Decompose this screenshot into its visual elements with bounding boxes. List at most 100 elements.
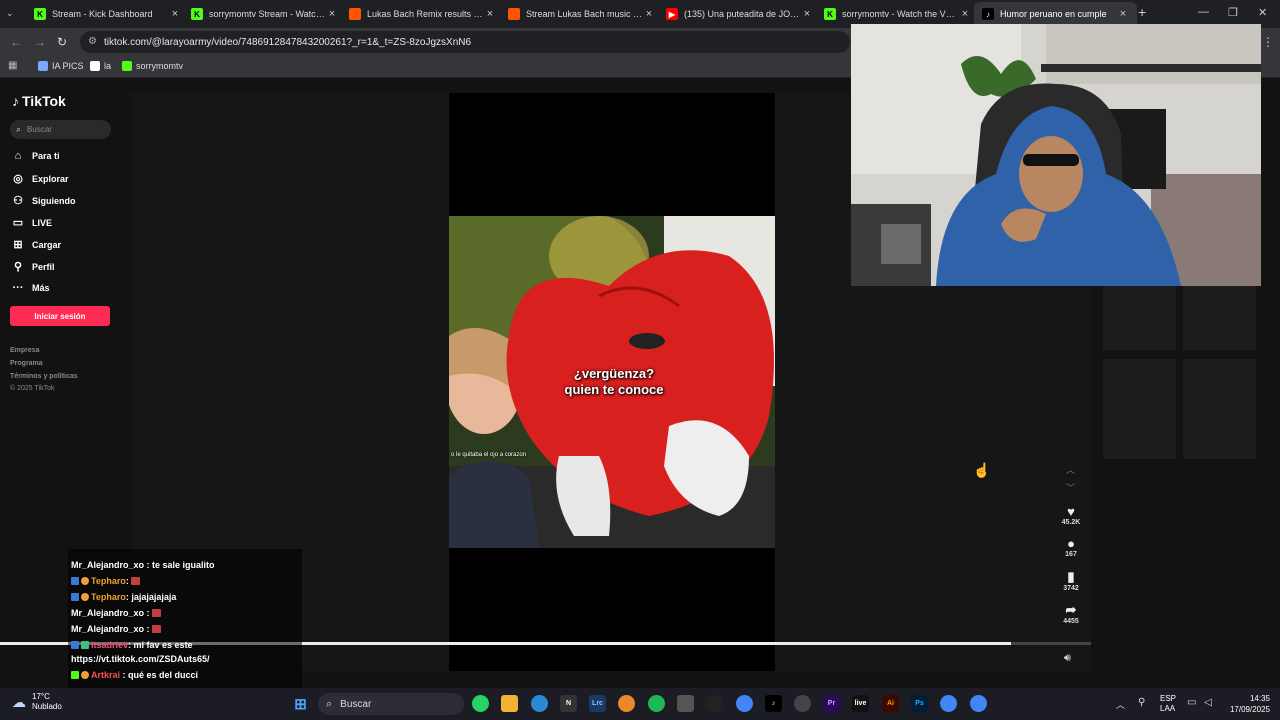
share-button[interactable]: ➦ 4455 bbox=[1059, 602, 1083, 625]
badge-icon bbox=[81, 671, 89, 679]
tab-0[interactable]: K Stream - Kick Dashboard × bbox=[26, 2, 189, 26]
tray-chevron-icon[interactable]: ︿ bbox=[1116, 698, 1125, 711]
chat-user[interactable]: itsadriev bbox=[91, 640, 128, 650]
chat-user[interactable]: Artkrai bbox=[91, 670, 120, 680]
related-thumbnail[interactable] bbox=[1103, 359, 1176, 459]
nav-live[interactable]: ▭ LIVE bbox=[12, 216, 52, 229]
related-thumbnail[interactable] bbox=[1183, 359, 1256, 459]
volume-icon[interactable]: 🔊︎ bbox=[1064, 652, 1071, 665]
chrome-icon[interactable] bbox=[970, 695, 987, 712]
chat-user[interactable]: Tepharo bbox=[91, 576, 126, 586]
close-icon[interactable]: × bbox=[801, 8, 813, 20]
new-tab-icon[interactable]: + bbox=[1138, 4, 1146, 20]
nav-perfil[interactable]: ⚲ Perfil bbox=[12, 260, 55, 273]
badge-icon bbox=[81, 593, 89, 601]
chat-user[interactable]: Mr_Alejandro_xo bbox=[71, 608, 144, 618]
search-input[interactable]: ⌕ Buscar bbox=[10, 120, 111, 139]
nav-siguiendo[interactable]: ⚇ Siguiendo bbox=[12, 194, 76, 207]
obs-icon[interactable] bbox=[706, 695, 723, 712]
nav-explorar[interactable]: ◎ Explorar bbox=[12, 172, 68, 185]
next-video-icon[interactable]: ﹀ bbox=[1066, 481, 1075, 494]
nav-label: Siguiendo bbox=[32, 195, 76, 206]
maximize-icon[interactable]: ❐ bbox=[1228, 6, 1238, 19]
reload-icon[interactable]: ↻ bbox=[57, 35, 67, 49]
system-clock[interactable]: 14:35 17/09/2025 bbox=[1224, 693, 1270, 715]
video-frame[interactable]: ¿vergüenza? quien te conoce o le quitaba… bbox=[449, 216, 775, 548]
tiktok-icon: ♪ bbox=[982, 8, 994, 20]
app-icon[interactable] bbox=[531, 695, 548, 712]
close-icon[interactable]: × bbox=[959, 8, 971, 20]
apps-grid-icon[interactable]: ▦ bbox=[8, 60, 17, 71]
bookmark-ia-pics[interactable]: IA PICS bbox=[38, 61, 84, 71]
bookmark-sorrymomtv[interactable]: sorrymomtv bbox=[122, 61, 183, 71]
save-button[interactable]: ▮ 3742 bbox=[1059, 569, 1083, 592]
spotify-icon[interactable] bbox=[648, 695, 665, 712]
comment-button[interactable]: ● 167 bbox=[1059, 536, 1083, 558]
tiktok-logo[interactable]: ♪ TikTok bbox=[12, 93, 66, 109]
microphone-icon[interactable]: ⚲ bbox=[1138, 697, 1145, 708]
close-icon[interactable]: × bbox=[169, 8, 181, 20]
footer-link-programa[interactable]: Programa bbox=[10, 360, 43, 367]
related-thumbnail[interactable] bbox=[1103, 285, 1176, 350]
related-thumbnail[interactable] bbox=[1183, 285, 1256, 350]
bookmark-label: IA PICS bbox=[52, 61, 84, 71]
caption-line-2: quien te conoce bbox=[564, 382, 664, 397]
youtube-icon: ▶ bbox=[666, 8, 678, 20]
menu-icon[interactable]: ⋮ bbox=[1262, 35, 1274, 49]
illustrator-icon[interactable]: Ai bbox=[882, 695, 899, 712]
chrome-icon[interactable] bbox=[736, 695, 753, 712]
heart-icon: ♥ bbox=[1067, 504, 1075, 519]
lightroom-icon[interactable]: Lrc bbox=[589, 695, 606, 712]
chatgpt-icon[interactable] bbox=[794, 695, 811, 712]
previous-video-icon[interactable]: ︿ bbox=[1066, 463, 1075, 476]
language-indicator[interactable]: ESP LAA bbox=[1160, 694, 1176, 714]
chat-message-link[interactable]: https://vt.tiktok.com/ZSDAuts65/ bbox=[71, 654, 210, 664]
notion-icon[interactable]: N bbox=[560, 695, 577, 712]
url-field[interactable]: ⚙ tiktok.com/@larayoarmy/video/748691284… bbox=[80, 31, 850, 53]
tiktok-icon[interactable]: ♪ bbox=[765, 695, 782, 712]
chat-user[interactable]: Tepharo bbox=[91, 592, 126, 602]
minimize-icon[interactable]: — bbox=[1198, 6, 1209, 18]
live-app-icon[interactable]: live bbox=[852, 695, 869, 712]
close-window-icon[interactable]: ✕ bbox=[1258, 6, 1267, 19]
video-subtitle: o le quitaba el ojo a corazon bbox=[451, 452, 527, 458]
tab-search-icon[interactable]: ⌄ bbox=[6, 8, 14, 19]
footer-link-terminos[interactable]: Términos y políticas bbox=[10, 373, 78, 380]
close-icon[interactable]: × bbox=[326, 8, 338, 20]
premiere-icon[interactable]: Pr bbox=[823, 695, 840, 712]
nav-para-ti[interactable]: ⌂ Para ti bbox=[12, 150, 60, 162]
close-icon[interactable]: × bbox=[643, 8, 655, 20]
forward-icon[interactable]: → bbox=[34, 35, 46, 49]
back-icon[interactable]: ← bbox=[10, 35, 22, 49]
badge-icon bbox=[71, 641, 79, 649]
nav-cargar[interactable]: ⊞ Cargar bbox=[12, 238, 61, 251]
network-icon[interactable]: ▭ bbox=[1187, 697, 1196, 708]
footer-link-empresa[interactable]: Empresa bbox=[10, 347, 40, 354]
app-icon[interactable] bbox=[618, 695, 635, 712]
tab-2[interactable]: Lukas Bach Remix results on So × bbox=[341, 2, 504, 26]
chat-user[interactable]: Mr_Alejandro_xo bbox=[71, 624, 144, 634]
chrome-icon[interactable] bbox=[940, 695, 957, 712]
tab-4[interactable]: ▶ (135) Una puteadita de JORGE × bbox=[658, 2, 821, 26]
tab-label: sorrymomtv Stream - Watch Li bbox=[209, 9, 326, 19]
bookmark-la[interactable]: la bbox=[90, 61, 111, 71]
taskbar-search[interactable]: ⌕ Buscar bbox=[318, 693, 464, 715]
tab-3[interactable]: Stream Lukas Bach music | Liste × bbox=[500, 2, 663, 26]
like-button[interactable]: ♥ 45.2K bbox=[1059, 504, 1083, 526]
windows-start-icon[interactable]: ⊞ bbox=[292, 695, 309, 713]
close-icon[interactable]: × bbox=[484, 8, 496, 20]
tab-1[interactable]: K sorrymomtv Stream - Watch Li × bbox=[183, 2, 346, 26]
site-info-icon[interactable]: ⚙ bbox=[88, 36, 97, 47]
app-icon[interactable] bbox=[677, 695, 694, 712]
photoshop-icon[interactable]: Ps bbox=[911, 695, 928, 712]
tab-5[interactable]: K sorrymomtv - Watch the VOD × bbox=[816, 2, 979, 26]
file-explorer-icon[interactable] bbox=[501, 695, 518, 712]
login-button[interactable]: Iniciar sesión bbox=[10, 306, 110, 326]
nav-mas[interactable]: ··· Más bbox=[12, 282, 50, 294]
tab-6-active[interactable]: ♪ Humor peruano en cumple × bbox=[974, 2, 1137, 26]
weather-widget[interactable]: ☁ 17°C Nublado bbox=[12, 692, 62, 712]
close-icon[interactable]: × bbox=[1117, 8, 1129, 20]
whatsapp-icon[interactable] bbox=[472, 695, 489, 712]
comment-icon: ● bbox=[1067, 536, 1075, 551]
speaker-icon[interactable]: ◁ bbox=[1204, 697, 1212, 708]
